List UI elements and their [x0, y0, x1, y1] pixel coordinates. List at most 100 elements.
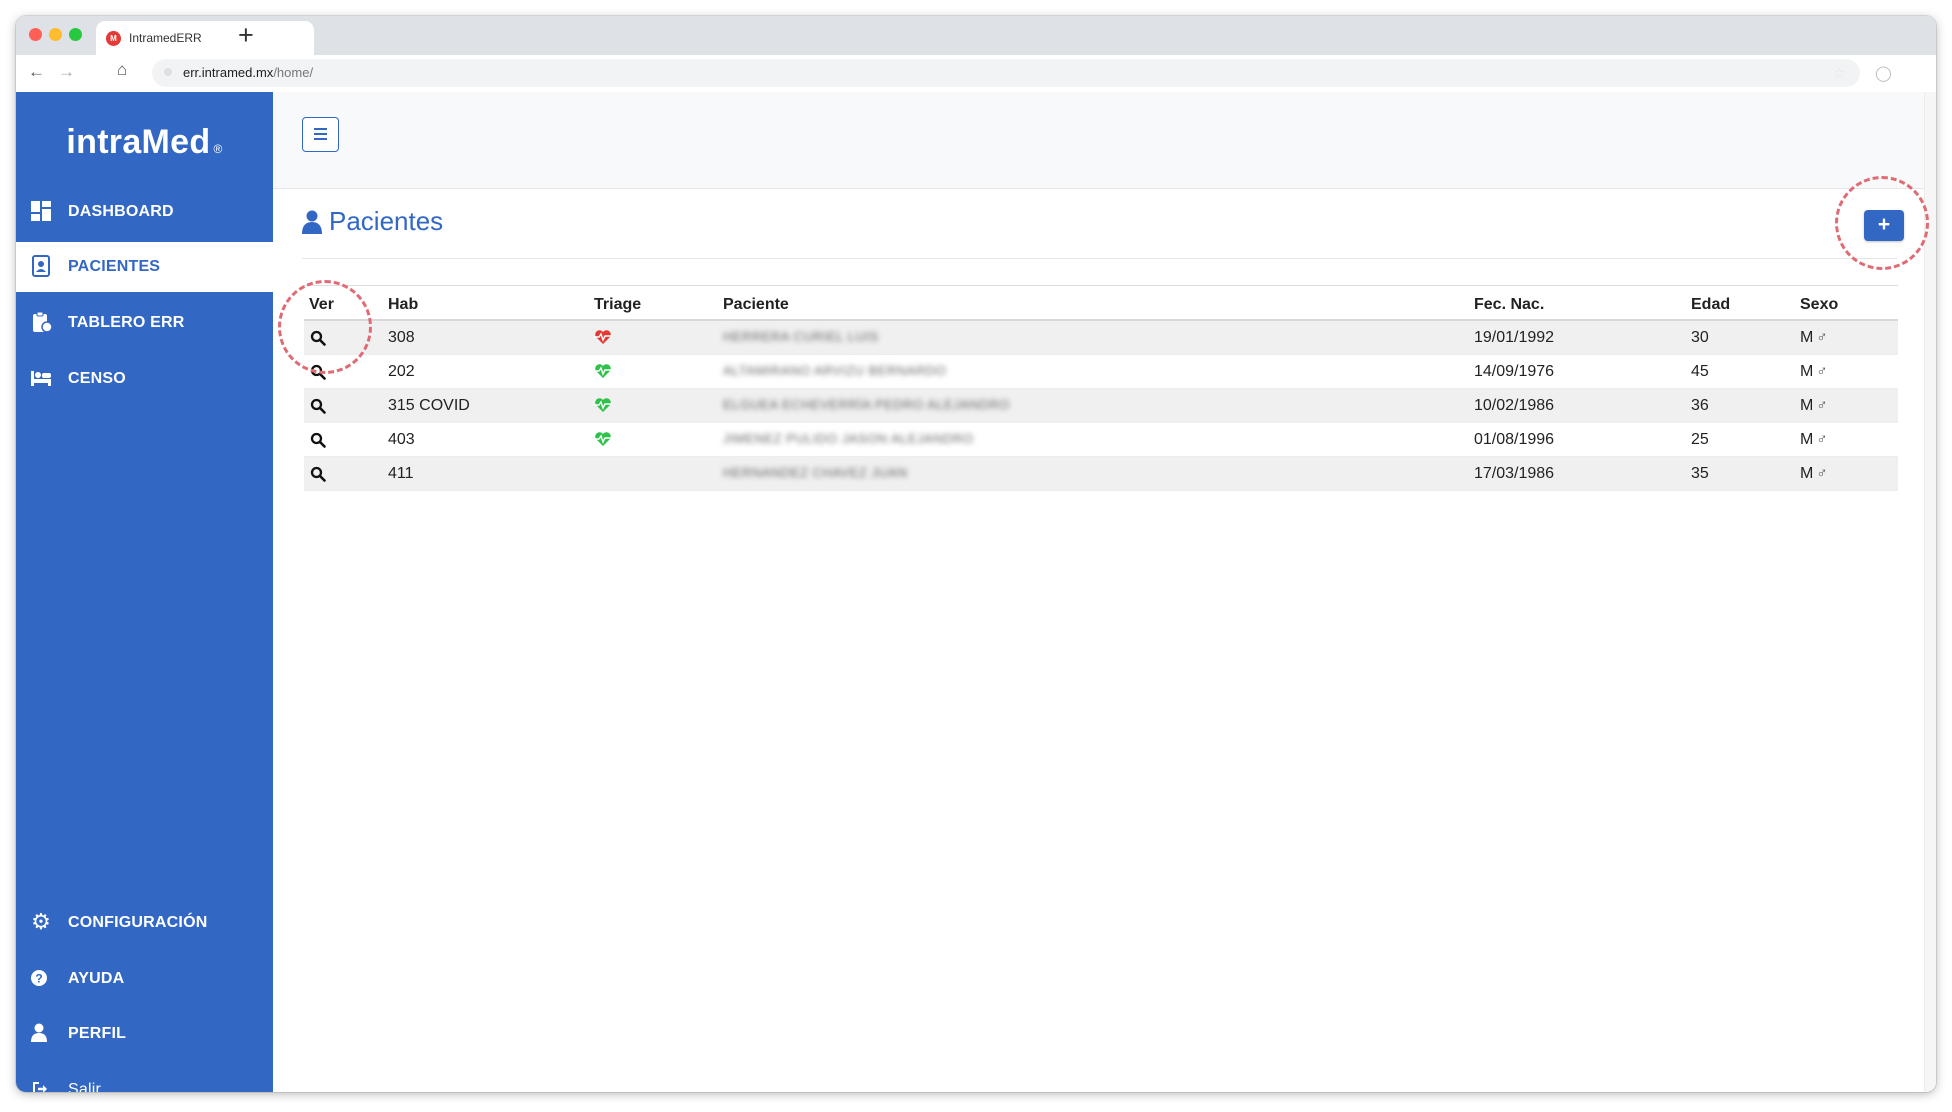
cell-hab: 315 COVID: [388, 397, 470, 414]
table-row: 308 HERRERA CURIEL LUIS 19/01/1992 30 M ♂: [304, 321, 1898, 355]
menu-toggle-button[interactable]: [302, 117, 339, 152]
cell-edad: 25: [1691, 431, 1709, 448]
sidebar: intraMed ® DASHBOARD PACIENTES TABLERO ER…: [16, 92, 273, 1092]
sexo-text: M: [1800, 363, 1814, 380]
sidebar-item-salir[interactable]: Salir: [16, 1065, 273, 1092]
cell-hab: 411: [388, 465, 414, 482]
sidebar-item-label: PACIENTES: [68, 258, 161, 275]
patients-table: Ver Hab Triage Paciente Fec. Nac. Edad S…: [304, 285, 1898, 491]
bed-icon: [30, 367, 52, 389]
sexo-text: M: [1800, 431, 1814, 448]
column-header-triage: Triage: [594, 296, 642, 313]
search-icon[interactable]: [310, 432, 326, 448]
browser-toolbar: ← → ⌂ err.intramed.mx/home/ ☆ ◯: [16, 55, 1936, 93]
sidebar-item-pacientes[interactable]: PACIENTES: [16, 242, 273, 292]
top-bar: [273, 92, 1924, 189]
sidebar-item-label: PERFIL: [68, 1025, 127, 1042]
question-icon: ?: [30, 967, 52, 989]
browser-window: M IntramedERR + ← → ⌂ err.intramed.mx/ho…: [16, 16, 1936, 1092]
page-header: Pacientes +: [302, 188, 1904, 259]
profile-icon[interactable]: ◯: [1875, 64, 1892, 82]
cell-hab: 308: [388, 329, 415, 346]
sidebar-item-label: TABLERO ERR: [68, 314, 185, 331]
heartbeat-icon: [594, 364, 612, 378]
table-header: Ver Hab Triage Paciente Fec. Nac. Edad S…: [304, 285, 1898, 321]
cell-sexo: M ♂: [1800, 465, 1828, 483]
cell-edad: 45: [1691, 363, 1709, 380]
cell-sexo: M ♂: [1800, 431, 1828, 449]
male-icon: ♂: [1816, 465, 1828, 482]
clipboard-icon: [30, 311, 53, 333]
favicon-icon: M: [106, 31, 121, 46]
heartbeat-icon: [594, 432, 612, 446]
svg-text:?: ?: [35, 972, 42, 986]
tab-strip: M IntramedERR +: [16, 16, 1936, 55]
sidebar-item-perfil[interactable]: PERFIL: [16, 1009, 273, 1059]
cell-hab: 403: [388, 431, 415, 448]
male-icon: ♂: [1816, 431, 1828, 448]
search-icon[interactable]: [310, 330, 326, 346]
cell-paciente: ALTAMIRANO ARVIZU BERNARDO: [723, 363, 947, 378]
url-path: /home/: [273, 65, 314, 80]
search-icon[interactable]: [310, 364, 326, 380]
tab-title: IntramedERR: [129, 31, 202, 45]
column-header-sexo: Sexo: [1800, 296, 1839, 313]
sidebar-item-configuracion[interactable]: ⚙ CONFIGURACIÓN: [16, 898, 273, 948]
maximize-window-button[interactable]: [69, 28, 82, 41]
column-header-fec-nac: Fec. Nac.: [1474, 296, 1545, 313]
male-icon: ♂: [1816, 397, 1828, 414]
table-row: 403 JIMENEZ PULIDO JASON ALEJANDRO 01/08…: [304, 423, 1898, 457]
patient-card-icon: [30, 255, 52, 277]
sidebar-item-label: DASHBOARD: [68, 203, 174, 220]
cell-paciente: ELGUEA ECHEVERRÍA PEDRO ALEJANDRO: [723, 397, 1010, 412]
scrollbar[interactable]: [1924, 92, 1936, 1092]
cell-edad: 36: [1691, 397, 1709, 414]
column-header-hab: Hab: [388, 296, 419, 313]
dashboard-icon: [30, 200, 52, 222]
cell-fec-nac: 01/08/1996: [1474, 431, 1555, 448]
minimize-window-button[interactable]: [49, 28, 62, 41]
cell-edad: 30: [1691, 329, 1709, 346]
search-icon[interactable]: [310, 398, 326, 414]
sidebar-item-label: Salir: [68, 1081, 102, 1092]
search-icon[interactable]: [310, 466, 326, 482]
table-row: 315 COVID ELGUEA ECHEVERRÍA PEDRO ALEJAN…: [304, 389, 1898, 423]
sign-out-icon: [30, 1078, 52, 1092]
browser-tab[interactable]: M IntramedERR: [96, 21, 314, 55]
sexo-text: M: [1800, 465, 1814, 482]
sidebar-item-censo[interactable]: CENSO: [16, 354, 273, 404]
registered-mark: ®: [213, 142, 223, 156]
bookmark-star-icon[interactable]: ☆: [1833, 64, 1846, 82]
cell-paciente: JIMENEZ PULIDO JASON ALEJANDRO: [723, 431, 974, 446]
back-arrow-icon[interactable]: ←: [28, 62, 45, 82]
cell-sexo: M ♂: [1800, 397, 1828, 415]
logo-text: intraMed: [66, 123, 211, 161]
sidebar-item-dashboard[interactable]: DASHBOARD: [16, 187, 273, 237]
address-bar[interactable]: err.intramed.mx/home/ ☆: [152, 59, 1860, 87]
add-patient-button[interactable]: +: [1864, 210, 1904, 241]
lock-icon: [164, 68, 172, 76]
logo[interactable]: intraMed ®: [16, 123, 273, 162]
url-host: err.intramed.mx: [183, 65, 274, 80]
home-icon[interactable]: ⌂: [117, 60, 127, 80]
cell-fec-nac: 10/02/1986: [1474, 397, 1555, 414]
url-text: err.intramed.mx/home/: [183, 65, 313, 80]
cell-paciente: HERNANDEZ CHAVEZ JUAN: [723, 465, 908, 480]
gear-icon: ⚙: [31, 909, 51, 934]
cell-paciente: HERRERA CURIEL LUIS: [723, 329, 879, 344]
cell-edad: 35: [1691, 465, 1709, 482]
close-window-button[interactable]: [29, 28, 42, 41]
column-header-paciente: Paciente: [723, 296, 789, 313]
new-tab-button[interactable]: +: [238, 21, 254, 49]
cell-fec-nac: 14/09/1976: [1474, 363, 1555, 380]
cell-fec-nac: 17/03/1986: [1474, 465, 1555, 482]
sidebar-item-tablero-err[interactable]: TABLERO ERR: [16, 298, 273, 348]
sidebar-item-ayuda[interactable]: ? AYUDA: [16, 954, 273, 1004]
forward-arrow-icon[interactable]: →: [58, 62, 75, 82]
sexo-text: M: [1800, 329, 1814, 346]
cell-fec-nac: 19/01/1992: [1474, 329, 1555, 346]
page-title: Pacientes: [329, 206, 444, 236]
sidebar-item-label: CONFIGURACIÓN: [68, 914, 208, 931]
table-body: 308 HERRERA CURIEL LUIS 19/01/1992 30 M ♂…: [304, 321, 1898, 491]
male-icon: ♂: [1816, 363, 1828, 380]
